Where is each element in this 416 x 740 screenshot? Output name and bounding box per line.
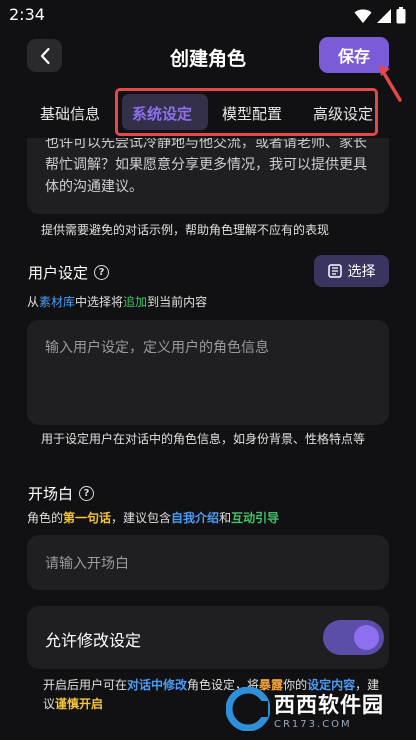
avoid-examples-helper: 提供需要避免的对话示例，帮助角色理解不应有的表现 bbox=[41, 223, 330, 237]
note-text: 开启后用户可在 bbox=[43, 678, 128, 692]
signal-icon bbox=[377, 8, 391, 23]
tab-basic-info[interactable]: 基础信息 bbox=[40, 103, 100, 124]
opening-input[interactable]: 请输入开场白 bbox=[27, 535, 389, 590]
note-text: 角色的 bbox=[27, 511, 64, 525]
user-setting-helper: 用于设定用户在对话中的角色信息，如身份背景、性格特点等 bbox=[41, 432, 366, 446]
annotation-highlight-box bbox=[115, 88, 378, 136]
wifi-icon bbox=[354, 8, 372, 23]
material-library-link[interactable]: 素材库 bbox=[39, 295, 75, 309]
select-button-label: 选择 bbox=[347, 264, 376, 280]
allow-edit-label: 允许修改设定 bbox=[45, 631, 142, 650]
opening-placeholder: 请输入开场白 bbox=[45, 556, 129, 572]
library-icon bbox=[327, 264, 342, 278]
note-text: 从 bbox=[27, 295, 40, 309]
self-intro-highlight: 自我介绍 bbox=[171, 511, 220, 525]
help-icon[interactable]: ? bbox=[94, 265, 110, 280]
opening-title-text: 开场白 bbox=[28, 485, 74, 503]
interaction-guide-highlight: 互动引导 bbox=[231, 511, 280, 525]
status-bar: 2:34 bbox=[0, 0, 416, 32]
select-button[interactable]: 选择 bbox=[314, 255, 389, 287]
status-icons bbox=[354, 7, 406, 24]
edit-in-chat-highlight: 对话中修改 bbox=[127, 678, 188, 692]
note-text: 中选择将 bbox=[75, 295, 124, 309]
opening-title: 开场白 ? bbox=[28, 483, 95, 504]
watermark-logo: 西西软件园 CR173.COM bbox=[226, 686, 404, 732]
user-setting-title-text: 用户设定 bbox=[28, 264, 89, 282]
status-time: 2:34 bbox=[9, 5, 45, 24]
careful-highlight: 谨慎开启 bbox=[55, 697, 104, 711]
user-setting-input[interactable]: 输入用户设定，定义用户的角色信息 bbox=[27, 320, 389, 425]
watermark-brand: 西西软件园 bbox=[274, 692, 384, 717]
opening-note: 角色的第一句话，建议包含自我介绍和互动引导 bbox=[27, 509, 279, 526]
avoid-examples-textarea[interactable]: 也许可以先尝试冷静地与他交流，或者请老师、家长帮忙调解？如果愿意分享更多情况，我… bbox=[27, 138, 389, 214]
user-setting-placeholder: 输入用户设定，定义用户的角色信息 bbox=[45, 340, 269, 356]
avoid-examples-text: 也许可以先尝试冷静地与他交流，或者请老师、家长帮忙调解？如果愿意分享更多情况，我… bbox=[45, 138, 367, 195]
allow-edit-card: 允许修改设定 bbox=[27, 606, 389, 669]
first-sentence-highlight: 第一句话 bbox=[63, 511, 112, 525]
watermark-c-icon bbox=[226, 687, 270, 731]
allow-edit-toggle[interactable] bbox=[323, 620, 384, 655]
append-highlight: 追加 bbox=[123, 295, 148, 309]
battery-icon bbox=[396, 7, 406, 24]
watermark-domain: CR173.COM bbox=[274, 718, 352, 730]
note-text: ，建议包含 bbox=[111, 511, 172, 525]
help-icon[interactable]: ? bbox=[79, 486, 95, 501]
note-text: 和 bbox=[219, 511, 232, 525]
note-text: 到当前内容 bbox=[147, 295, 208, 309]
toggle-knob bbox=[354, 625, 379, 650]
user-setting-note: 从素材库中选择将追加到当前内容 bbox=[27, 293, 207, 310]
user-setting-title: 用户设定 ? bbox=[28, 262, 110, 283]
